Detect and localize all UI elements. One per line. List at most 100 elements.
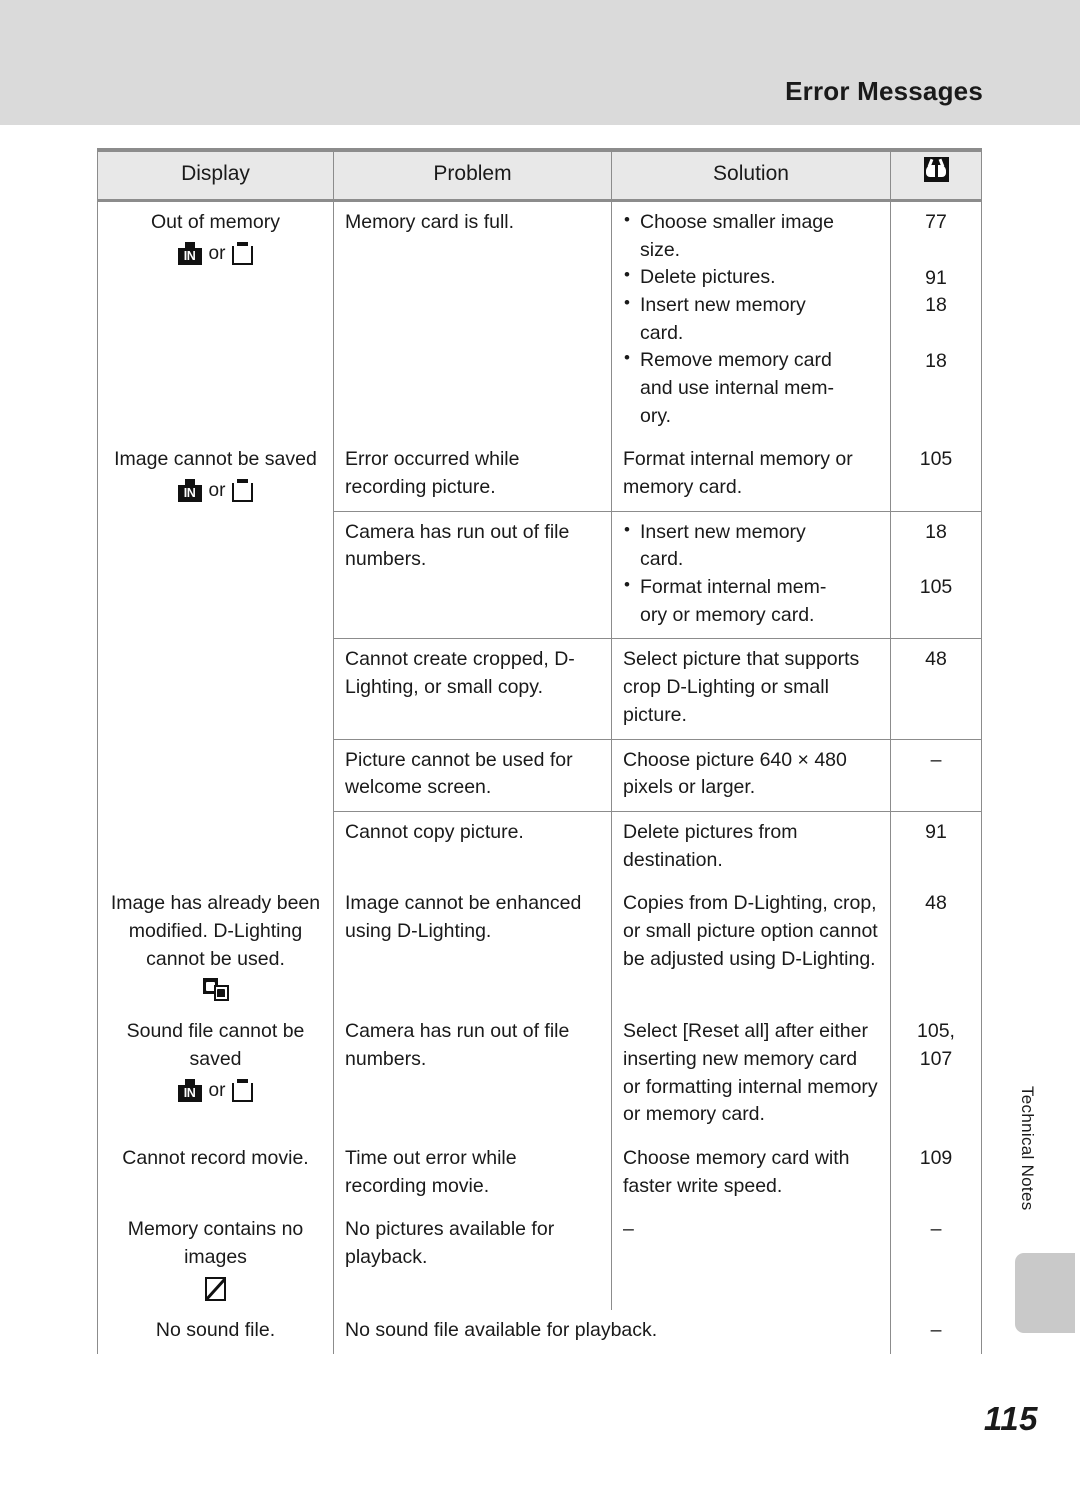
problem-cell: Time out error while recording movie. <box>333 1138 612 1210</box>
column-header-page-reference <box>890 147 982 202</box>
display-message-text: Cannot record movie. <box>122 1147 309 1170</box>
internal-memory-icon: IN <box>177 241 202 265</box>
display-cell: Image has already been modified. D-Light… <box>97 883 334 1012</box>
page-title: Error Messages <box>785 76 983 106</box>
page-reference-cell: 77 91 18 18 <box>890 200 982 440</box>
page-reference-cell: 105, 107 <box>890 1011 982 1139</box>
table-row: Sound file cannot be saved IN or Camera … <box>97 1011 982 1139</box>
list-item: Delete pictures. <box>623 263 879 292</box>
solution-cell: Delete pictures from destination. <box>611 810 891 884</box>
page-reference-cell: – <box>890 1309 982 1354</box>
page-reference-cell: 48 <box>890 638 982 739</box>
solution-cell: Choose picture 640 × 480 pixels or large… <box>611 738 891 812</box>
column-header-problem: Problem <box>333 147 612 202</box>
table-row: Out of memory IN or Memory card is full.… <box>97 200 982 440</box>
display-cell: Memory contains no images <box>97 1209 334 1310</box>
problem-cell: Camera has run out of file numbers. <box>333 510 612 639</box>
open-book-icon <box>923 157 949 182</box>
solution-cell: Select [Reset all] after either insertin… <box>611 1011 891 1139</box>
table-row: Image has already been modified. D-Light… <box>97 883 982 1012</box>
page-reference-cell: 18 105 <box>890 510 982 639</box>
solution-cell: Copies from D-Lighting, crop, or small p… <box>611 883 891 1012</box>
page-reference: 18 <box>925 520 947 543</box>
solution-cell: Choose memory card with faster write spe… <box>611 1138 891 1210</box>
display-cell: Out of memory IN or <box>97 200 334 440</box>
display-message-text: Out of memory <box>151 210 280 233</box>
solution-cell: Insert new memory card. Format internal … <box>611 510 891 639</box>
page-reference: 18 <box>925 349 947 372</box>
display-icons: IN or <box>109 241 322 265</box>
page-reference-list: 18 105 <box>902 519 970 602</box>
display-message-text: Memory contains no images <box>127 1218 304 1269</box>
page-number: 115 <box>983 1400 1038 1437</box>
problem-cell: No sound file available for playback. <box>333 1309 891 1354</box>
problem-cell: Cannot create cropped, D-Lighting, or sm… <box>333 638 612 739</box>
solution-cell: Format internal memory or memory card. <box>611 439 891 512</box>
display-cell: Image cannot be saved IN or <box>97 439 334 884</box>
table-row: Memory contains no images No pictures av… <box>97 1209 982 1310</box>
page-reference: 77 <box>925 210 947 233</box>
page-reference-list: 105, 107 <box>902 1018 970 1073</box>
memory-card-icon <box>232 479 254 502</box>
internal-memory-icon: IN <box>177 479 202 502</box>
page-reference-cell: 109 <box>890 1138 982 1210</box>
page-reference-list: 77 91 18 18 <box>902 209 970 376</box>
column-header-solution: Solution <box>611 147 891 202</box>
page-header-band: Error Messages <box>0 0 1080 125</box>
page-reference-cell: 91 <box>890 810 982 884</box>
display-message-text: Image cannot be saved <box>114 448 317 471</box>
table-row: Cannot record movie. Time out error whil… <box>97 1138 982 1210</box>
list-item: Insert new memory card. <box>623 291 879 347</box>
solution-bullet-list: Insert new memory card. Format internal … <box>623 518 879 630</box>
problem-cell: Image cannot be enhanced using D-Lightin… <box>333 883 612 1012</box>
memory-card-icon <box>232 241 254 265</box>
display-message-text: No sound file. <box>155 1318 276 1341</box>
display-cell: Cannot record movie. <box>97 1138 334 1210</box>
error-messages-table: Display Problem Solution Out of memory I… <box>97 147 982 1354</box>
section-side-tab: Technical Notes <box>1012 1048 1042 1248</box>
page-reference-cell: 105 <box>890 439 982 512</box>
list-item: Remove memory card and use internal mem-… <box>623 346 879 430</box>
icon-separator-label: or <box>208 242 226 264</box>
list-item: Insert new memory card. <box>623 518 879 574</box>
list-item: Format internal mem- ory or memory card. <box>623 573 879 629</box>
display-cell: Sound file cannot be saved IN or <box>97 1011 334 1139</box>
icon-separator-label: or <box>208 480 226 501</box>
display-icons <box>109 978 322 1002</box>
table-row: No sound file. No sound file available f… <box>97 1309 982 1354</box>
no-images-icon <box>205 1276 226 1301</box>
problem-cell: Camera has run out of file numbers. <box>333 1011 612 1139</box>
table-header-row: Display Problem Solution <box>97 147 982 202</box>
page-reference: 18 <box>925 294 947 317</box>
display-icons: IN or <box>109 1078 322 1102</box>
section-side-tab-label: Technical Notes <box>1018 1085 1037 1211</box>
copy-images-icon <box>202 978 229 1002</box>
display-cell: No sound file. <box>97 1309 334 1354</box>
error-messages-table-wrap: Display Problem Solution Out of memory I… <box>97 147 982 1354</box>
display-message-text: Sound file cannot be saved <box>126 1020 305 1070</box>
solution-cell: Choose smaller image size. Delete pictur… <box>611 200 891 440</box>
problem-cell: No pictures available for playback. <box>333 1209 612 1310</box>
icon-separator-label: or <box>208 1079 226 1101</box>
page-reference-cell: 48 <box>890 883 982 1012</box>
problem-cell: Memory card is full. <box>333 200 612 440</box>
page-reference-cell: – <box>890 738 982 812</box>
problem-cell: Cannot copy picture. <box>333 810 612 884</box>
solution-bullet-list: Choose smaller image size. Delete pictur… <box>623 208 879 431</box>
page-reference: 107 <box>919 1048 953 1070</box>
display-message-text: Image has already been modified. D-Light… <box>110 892 321 970</box>
page-reference: 105 <box>919 576 953 599</box>
display-icons <box>109 1276 322 1301</box>
page-reference-cell: – <box>890 1209 982 1310</box>
internal-memory-icon: IN <box>177 1078 202 1102</box>
solution-cell: Select picture that supports crop D-Ligh… <box>611 638 891 739</box>
page-reference: 105, <box>917 1020 955 1043</box>
problem-cell: Picture cannot be used for welcome scree… <box>333 738 612 812</box>
display-icons: IN or <box>109 479 322 502</box>
table-row: Image cannot be saved IN or Error occurr… <box>97 439 982 884</box>
section-tab-marker <box>1015 1253 1075 1333</box>
list-item: Choose smaller image size. <box>623 208 879 264</box>
memory-card-icon <box>232 1078 254 1102</box>
problem-cell: Error occurred while recording picture. <box>333 439 612 512</box>
column-header-display: Display <box>97 147 334 202</box>
